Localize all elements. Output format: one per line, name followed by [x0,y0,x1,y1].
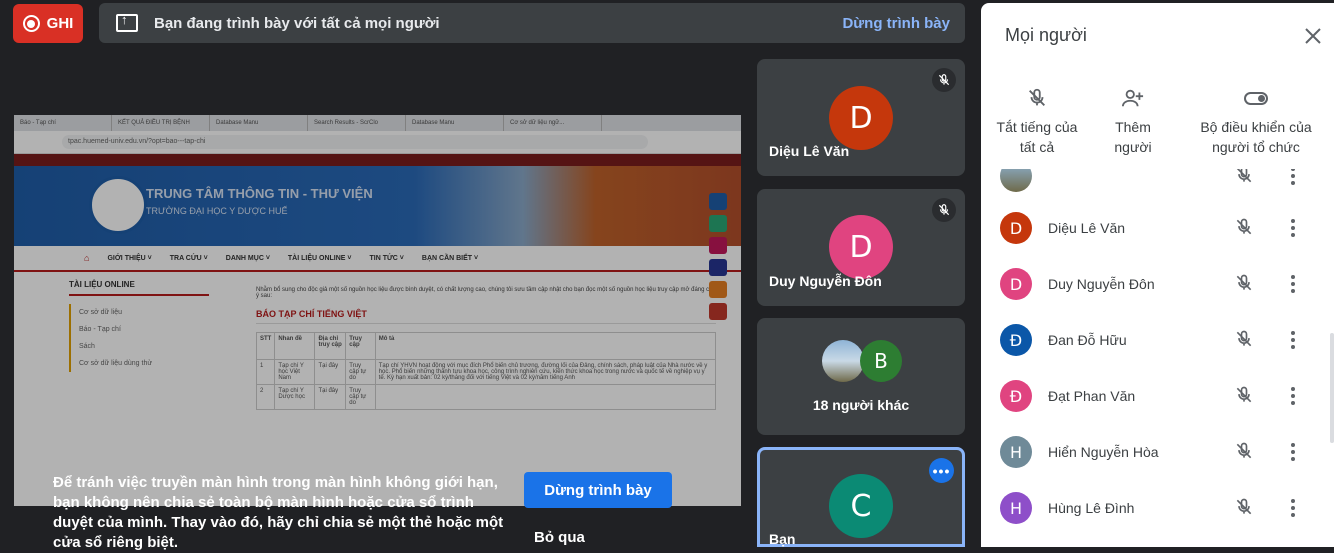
participant-name: Diệu Lê Văn [769,143,850,159]
avatar: B [860,340,902,382]
mic-off-icon[interactable] [1234,384,1254,406]
avatar: H [1000,436,1032,468]
avatar: Đ [1000,324,1032,356]
more-options-icon[interactable]: ••• [929,458,954,483]
more-options-icon[interactable] [1281,440,1305,464]
avatar [1000,169,1032,192]
avatar: C [829,474,893,538]
host-controls-button[interactable]: Bộ điều khiển của người tổ chức [1193,87,1319,157]
avatar-initial: H [1009,498,1023,518]
avatar-initial: D [1009,274,1023,294]
others-tile[interactable]: B 18 người khác [757,318,965,435]
avatar-initial: C [850,488,872,524]
more-options-icon[interactable] [1281,496,1305,520]
avatar: Đ [1000,380,1032,412]
people-panel: Mọi người Tắt tiếng của tất cả Thêm ngườ… [981,3,1334,547]
avatar-initial: H [1009,442,1023,462]
warning-stop-presenting-button[interactable]: Dừng trình bày [524,472,672,508]
mic-off-icon[interactable] [1234,272,1254,294]
warning-skip-button[interactable]: Bỏ qua [534,529,585,546]
record-label: GHI [46,15,74,32]
list-item[interactable]: H Hùng Lê Đình [981,480,1334,536]
list-item[interactable]: D Diệu Lê Văn [981,200,1334,256]
mute-all-button[interactable]: Tắt tiếng của tất cả [995,87,1079,157]
avatar-initial: Đ [1009,330,1023,350]
avatar: D [1000,268,1032,300]
mic-off-icon [1236,169,1252,183]
action-label: Thêm người [1114,119,1152,155]
add-people-button[interactable]: Thêm người [1099,87,1167,157]
avatar: D [1000,212,1032,244]
avatar: D [829,86,893,150]
participant-list: D Diệu Lê Văn D Duy Nguyễn Đôn Đ Đan Đỗ … [981,169,1334,547]
record-icon [22,15,40,32]
list-item[interactable]: Đ Đan Đỗ Hữu [981,312,1334,368]
list-item[interactable]: H Hiển Nguyễn Hòa [981,424,1334,480]
participant-tile[interactable]: D Duy Nguyễn Đôn [757,189,965,306]
mic-off-icon[interactable] [1234,496,1254,518]
present-screen-icon [116,12,138,32]
presenting-bar: Bạn đang trình bày với tất cả mọi người … [99,3,965,43]
record-button[interactable]: GHI [13,4,83,43]
person-add-icon [1122,89,1144,107]
more-options-icon[interactable] [1281,169,1305,188]
mic-off-icon[interactable] [1234,216,1254,238]
stop-presenting-link[interactable]: Dừng trình bày [842,15,950,32]
more-options-icon[interactable] [1281,384,1305,408]
participant-name: Duy Nguyễn Đôn [769,273,882,289]
avatar-initial: Đ [1009,386,1023,406]
action-label: Bộ điều khiển của người tổ chức [1200,119,1312,155]
mic-off-icon [1029,88,1045,106]
avatar: D [829,215,893,279]
more-options-icon[interactable] [1281,328,1305,352]
mic-off-icon [932,68,956,92]
avatar-initial: D [1009,218,1023,238]
avatar-initial: D [849,229,873,265]
participant-name: Hùng Lê Đình [1048,500,1135,516]
panel-title: Mọi người [1005,25,1087,45]
participant-name: Đan Đỗ Hữu [1048,332,1127,348]
scrollbar[interactable] [1330,333,1334,443]
avatar-initial: B [874,349,888,373]
participant-name: Duy Nguyễn Đôn [1048,276,1155,292]
toggle-icon [1244,92,1268,105]
mic-off-icon[interactable] [1234,440,1254,462]
presenting-message: Bạn đang trình bày với tất cả mọi người [154,14,440,32]
avatar-photo [822,340,864,382]
participant-tile[interactable]: D Diệu Lê Văn [757,59,965,176]
list-item[interactable]: Đ Đạt Phan Văn [981,368,1334,424]
participant-name: 18 người khác [812,397,910,413]
list-item[interactable]: D Duy Nguyễn Đôn [981,256,1334,312]
mic-off-icon [932,198,956,222]
mic-off-icon[interactable] [1234,328,1254,350]
avatar-initial: D [849,100,873,136]
participant-name: Đạt Phan Văn [1048,388,1136,404]
more-options-icon[interactable] [1281,216,1305,240]
avatar: H [1000,492,1032,524]
participant-name: Bạn [769,531,796,547]
screen-dim-overlay [14,115,741,506]
self-tile[interactable]: ••• C Bạn [757,447,965,547]
close-icon[interactable] [1304,27,1322,45]
participant-name: Diệu Lê Văn [1048,220,1126,236]
action-label: Tắt tiếng của tất cả [996,119,1078,155]
more-options-icon[interactable] [1281,272,1305,296]
participant-name: Hiển Nguyễn Hòa [1048,444,1159,460]
share-warning-text: Để tránh việc truyền màn hình trong màn … [53,474,504,551]
list-item[interactable] [981,169,1334,204]
